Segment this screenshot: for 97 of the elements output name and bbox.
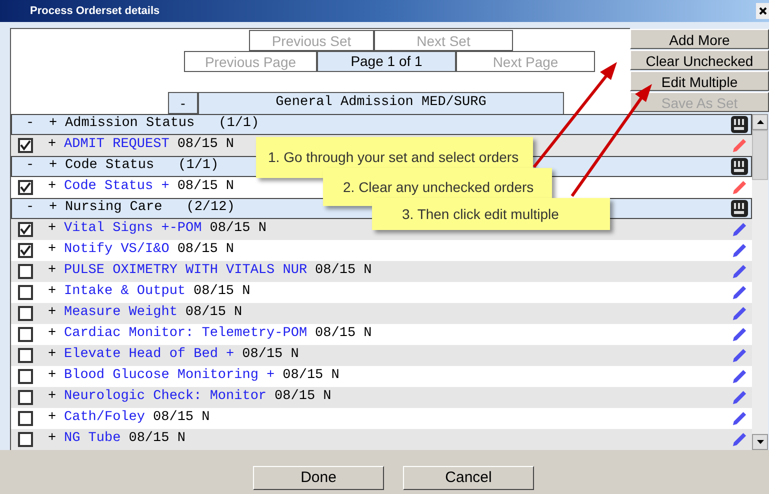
scroll-down-button[interactable] (752, 434, 768, 450)
order-name[interactable]: Vital Signs +-POM (64, 219, 202, 240)
pencil-icon[interactable] (732, 369, 747, 384)
pencil-icon[interactable] (732, 390, 747, 405)
checkbox[interactable] (18, 222, 33, 237)
up-arrow-icon[interactable] (756, 120, 764, 124)
page-indicator: Page 1 of 1 (317, 51, 456, 72)
pencil-icon[interactable] (732, 285, 747, 300)
expand-toggle[interactable]: + (48, 387, 58, 408)
checkbox[interactable] (18, 138, 33, 153)
grid-icon[interactable] (731, 200, 748, 217)
pencil-icon[interactable] (732, 180, 747, 195)
expand-toggle[interactable]: + (48, 408, 58, 429)
pencil-icon[interactable] (732, 264, 747, 279)
order-name[interactable]: NG Tube (64, 429, 121, 450)
order-detail: 08/15 N (242, 346, 299, 364)
collapse-button[interactable]: - (168, 92, 198, 114)
order-detail: 08/15 N (128, 430, 186, 448)
callout-note: 3. Then click edit multiple (372, 198, 610, 230)
expand-toggle[interactable]: + (48, 303, 58, 324)
scrollbar[interactable] (752, 114, 768, 450)
expand-toggle[interactable]: + (49, 198, 59, 219)
window-title: Process Orderset details (30, 4, 160, 19)
group-label: Nursing Care (65, 199, 162, 218)
order-name[interactable]: Intake & Output (64, 282, 186, 303)
side-button[interactable]: Edit Multiple (630, 71, 769, 91)
checkbox[interactable] (18, 180, 33, 195)
collapse-toggle[interactable]: - (26, 114, 36, 135)
expand-toggle[interactable]: + (49, 114, 59, 135)
order-name[interactable]: Cath/Foley (64, 408, 146, 429)
pencil-icon[interactable] (732, 327, 747, 342)
scroll-thumb[interactable] (752, 130, 768, 180)
expand-toggle[interactable]: + (48, 135, 58, 156)
checkbox[interactable] (18, 390, 33, 405)
order-detail: 08/15 N (210, 220, 266, 238)
expand-toggle[interactable]: + (49, 156, 59, 177)
pencil-icon[interactable] (732, 243, 747, 258)
checkbox[interactable] (18, 306, 33, 321)
group-count: (1/1) (178, 157, 219, 176)
expand-toggle[interactable]: + (48, 345, 58, 366)
side-button[interactable]: Clear Unchecked (630, 50, 769, 70)
expand-toggle[interactable]: + (48, 282, 58, 303)
expand-toggle[interactable]: + (48, 261, 58, 282)
group-label: Code Status (65, 157, 154, 176)
expand-toggle[interactable]: + (48, 324, 58, 345)
side-button[interactable]: Add More (630, 29, 769, 49)
checkbox[interactable] (18, 243, 33, 258)
order-name[interactable]: Neurologic Check: Monitor (64, 387, 267, 408)
checkbox[interactable] (18, 348, 33, 363)
close-icon[interactable] (758, 7, 766, 15)
checkbox[interactable] (18, 411, 33, 426)
collapse-toggle[interactable]: - (26, 198, 36, 219)
pencil-icon[interactable] (732, 222, 747, 237)
expand-toggle[interactable]: + (48, 240, 58, 261)
scroll-up-button[interactable] (752, 114, 768, 130)
order-name[interactable]: PULSE OXIMETRY WITH VITALS NUR (64, 261, 308, 282)
order-name[interactable]: Blood Glucose Monitoring + (64, 366, 275, 387)
group-count: (1/1) (218, 115, 260, 134)
order-name[interactable]: Notify VS/I&O (64, 240, 170, 261)
checkbox[interactable] (18, 327, 33, 342)
pencil-icon[interactable] (732, 411, 747, 426)
order-name[interactable]: Code Status + (64, 177, 170, 198)
pencil-icon[interactable] (732, 432, 747, 447)
dialog-button[interactable]: Cancel (403, 466, 534, 490)
order-detail: 08/15 N (282, 367, 340, 386)
expand-toggle[interactable]: + (48, 177, 58, 198)
order-name[interactable]: Cardiac Monitor: Telemetry-POM (64, 324, 308, 345)
group-count: (2/12) (186, 199, 235, 218)
grid-icon[interactable] (731, 158, 748, 175)
grid-icon[interactable] (731, 116, 748, 133)
expand-toggle[interactable]: + (48, 366, 58, 387)
expand-toggle[interactable]: + (48, 219, 58, 240)
collapse-toggle[interactable]: - (26, 156, 36, 177)
order-detail: 08/15 N (274, 388, 332, 406)
expand-toggle[interactable]: + (48, 429, 58, 450)
checkbox[interactable] (18, 285, 33, 300)
order-name[interactable]: ADMIT REQUEST (64, 135, 170, 156)
order-name[interactable]: Measure Weight (64, 303, 178, 324)
order-detail: 08/15 N (185, 304, 242, 322)
order-detail: 08/15 N (315, 262, 372, 280)
checkbox[interactable] (18, 264, 33, 279)
order-name[interactable]: Elevate Head of Bed + (64, 345, 234, 366)
set-title: General Admission MED/SURG (198, 92, 564, 114)
order-detail: 08/15 N (177, 136, 234, 154)
pencil-icon[interactable] (732, 306, 747, 321)
pencil-icon[interactable] (732, 348, 747, 363)
order-detail: 08/15 N (315, 325, 372, 344)
checkbox[interactable] (18, 369, 33, 384)
dialog-button[interactable]: Done (253, 466, 384, 490)
order-detail: 08/15 N (194, 283, 250, 302)
order-detail: 08/15 N (153, 409, 210, 428)
order-detail: 08/15 N (177, 178, 234, 196)
down-arrow-icon[interactable] (756, 440, 764, 444)
group-label: Admission Status (65, 115, 195, 134)
order-detail: 08/15 N (177, 241, 234, 260)
checkbox[interactable] (18, 432, 33, 447)
close-button[interactable] (756, 3, 769, 19)
